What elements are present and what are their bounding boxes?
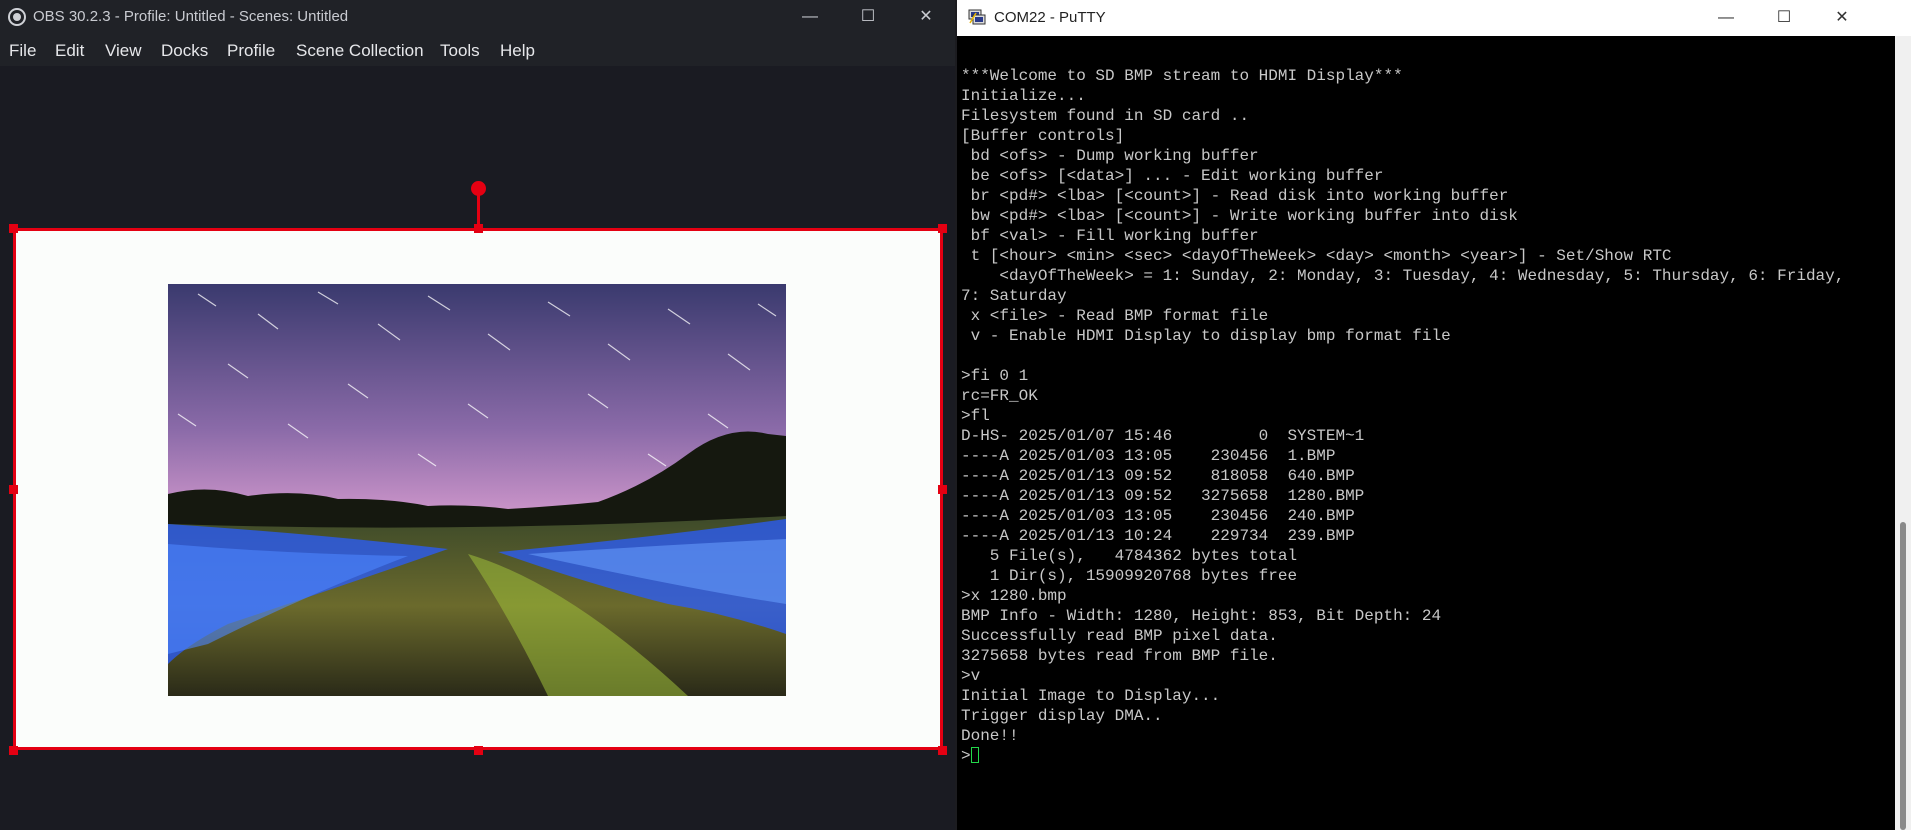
minimize-button[interactable]: — (781, 0, 839, 34)
terminal-line: >fi 0 1 (961, 367, 1029, 385)
menu-tools[interactable]: Tools (440, 41, 480, 61)
resize-handle-top-right[interactable] (938, 224, 947, 233)
resize-handle-top[interactable] (474, 224, 483, 233)
putty-titlebar: COM22 - PuTTY — ☐ ✕ (957, 0, 1911, 36)
terminal-line: ----A 2025/01/03 13:05 230456 240.BMP (961, 507, 1355, 525)
terminal-line: ***Welcome to SD BMP stream to HDMI Disp… (961, 67, 1403, 85)
terminal-line: be <ofs> [<data>] ... - Edit working buf… (961, 167, 1384, 185)
scrollbar-thumb[interactable] (1900, 522, 1906, 830)
terminal-line: bd <ofs> - Dump working buffer (961, 147, 1259, 165)
terminal-line: Done!! (961, 727, 1019, 745)
terminal-output[interactable]: ***Welcome to SD BMP stream to HDMI Disp… (961, 36, 1895, 830)
terminal-line: 7: Saturday (961, 287, 1067, 305)
obs-menubar: File Edit View Docks Profile Scene Colle… (0, 34, 955, 66)
putty-computer-icon (968, 9, 986, 25)
terminal-line: [Buffer controls] (961, 127, 1125, 145)
menu-profile[interactable]: Profile (227, 41, 275, 61)
terminal-line: 5 File(s), 4784362 bytes total (961, 547, 1298, 565)
terminal-prompt-line[interactable]: > (961, 746, 1895, 766)
terminal-line: t [<hour> <min> <sec> <dayOfTheWeek> <da… (961, 247, 1672, 265)
minimize-button[interactable]: — (1697, 0, 1755, 36)
terminal-line: bw <pd#> <lba> [<count>] - Write working… (961, 207, 1518, 225)
terminal-line: x <file> - Read BMP format file (961, 307, 1269, 325)
terminal-line: >fl (961, 407, 990, 425)
menu-file[interactable]: File (9, 41, 36, 61)
resize-handle-bottom[interactable] (474, 746, 483, 755)
terminal-line: Initial Image to Display... (961, 687, 1221, 705)
maximize-button[interactable]: ☐ (1755, 0, 1813, 36)
resize-handle-bottom-right[interactable] (938, 746, 947, 755)
menu-edit[interactable]: Edit (55, 41, 84, 61)
obs-window-title: OBS 30.2.3 - Profile: Untitled - Scenes:… (33, 8, 349, 25)
terminal-line: Trigger display DMA.. (961, 707, 1163, 725)
resize-handle-bottom-left[interactable] (9, 746, 18, 755)
resize-handle-left[interactable] (9, 485, 18, 494)
obs-window: OBS 30.2.3 - Profile: Untitled - Scenes:… (0, 0, 955, 830)
terminal-line: 3275658 bytes read from BMP file. (961, 647, 1278, 665)
terminal-line: ----A 2025/01/13 10:24 229734 239.BMP (961, 527, 1355, 545)
close-button[interactable]: ✕ (1813, 0, 1871, 36)
terminal-line: bf <val> - Fill working buffer (961, 227, 1259, 245)
selection-bounding-box[interactable] (13, 228, 943, 750)
obs-titlebar: OBS 30.2.3 - Profile: Untitled - Scenes:… (0, 0, 955, 34)
terminal-line: >v (961, 667, 981, 685)
terminal-prompt: > (961, 747, 971, 765)
terminal-line: Filesystem found in SD card .. (961, 107, 1250, 125)
terminal-line: rc=FR_OK (961, 387, 1038, 405)
terminal-line: <dayOfTheWeek> = 1: Sunday, 2: Monday, 3… (961, 267, 1845, 285)
resize-handle-top-left[interactable] (9, 224, 18, 233)
terminal-line: D-HS- 2025/01/07 15:46 0 SYSTEM~1 (961, 427, 1365, 445)
menu-scene-collection[interactable]: Scene Collection (296, 41, 424, 61)
rotation-handle[interactable] (471, 181, 486, 196)
menu-help[interactable]: Help (500, 41, 535, 61)
terminal-line: >x 1280.bmp (961, 587, 1067, 605)
terminal-scrollbar[interactable] (1895, 36, 1911, 830)
terminal-line: ----A 2025/01/13 09:52 818058 640.BMP (961, 467, 1355, 485)
terminal-line: 1 Dir(s), 15909920768 bytes free (961, 567, 1298, 585)
terminal-line: ----A 2025/01/13 09:52 3275658 1280.BMP (961, 487, 1365, 505)
menu-view[interactable]: View (105, 41, 142, 61)
terminal-line: Successfully read BMP pixel data. (961, 627, 1278, 645)
terminal-cursor (970, 747, 979, 763)
putty-window-title: COM22 - PuTTY (994, 9, 1106, 26)
terminal-line: Initialize... (961, 87, 1086, 105)
putty-window: COM22 - PuTTY — ☐ ✕ ***Welcome to SD BMP… (957, 0, 1911, 830)
obs-logo-icon (8, 8, 26, 26)
maximize-button[interactable]: ☐ (839, 0, 897, 34)
terminal-line: BMP Info - Width: 1280, Height: 853, Bit… (961, 607, 1442, 625)
resize-handle-right[interactable] (938, 485, 947, 494)
terminal-line: br <pd#> <lba> [<count>] - Read disk int… (961, 187, 1509, 205)
close-button[interactable]: ✕ (897, 0, 955, 34)
menu-docks[interactable]: Docks (161, 41, 208, 61)
terminal-line: ----A 2025/01/03 13:05 230456 1.BMP (961, 447, 1336, 465)
terminal-line: v - Enable HDMI Display to display bmp f… (961, 327, 1451, 345)
